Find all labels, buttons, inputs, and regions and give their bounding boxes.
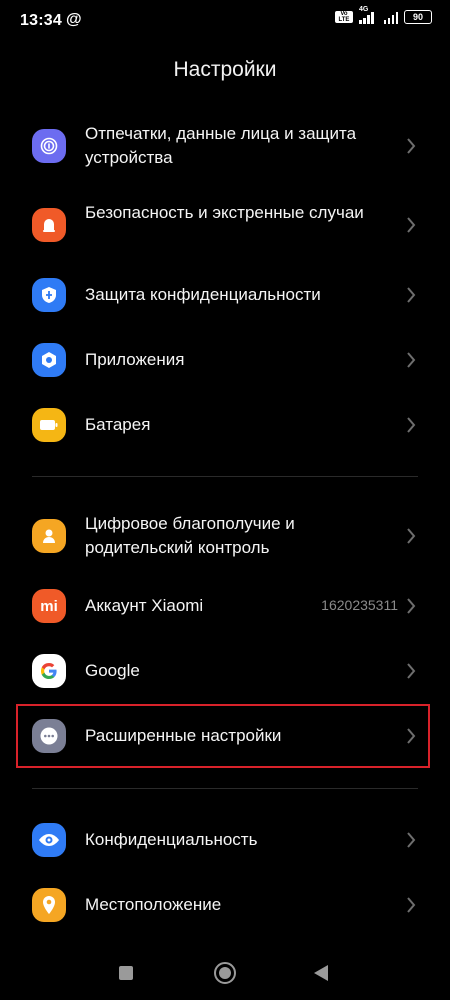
settings-item-battery[interactable]: Батарея <box>0 402 450 448</box>
battery-level: 90 <box>404 10 432 24</box>
network-type: 4G <box>359 6 369 13</box>
chevron-right-icon <box>407 832 416 848</box>
chevron-right-icon <box>407 417 416 433</box>
settings-item-digital-wellbeing[interactable]: Цифровое благополучие и родительский кон… <box>0 506 450 566</box>
status-time: 13:34 <box>20 12 62 29</box>
settings-item-label: Батарея <box>85 415 151 434</box>
chevron-right-icon <box>407 528 416 544</box>
chevron-right-icon <box>407 287 416 303</box>
settings-item-label: Местоположение <box>85 895 222 914</box>
settings-item-location[interactable]: Местоположение <box>0 882 450 928</box>
apps-icon <box>32 343 66 377</box>
volte-icon: Vo LTE <box>335 11 353 23</box>
status-bar: 13:34 @ Vo LTE 4G 90 <box>0 0 450 40</box>
section-divider <box>32 476 418 477</box>
chevron-right-icon <box>407 663 416 679</box>
settings-item-label: Отпечатки, данные лица и защита устройст… <box>85 124 357 167</box>
settings-item-xiaomi-account[interactable]: mi Аккаунт Xiaomi 1620235311 <box>0 583 450 629</box>
signal-icon <box>383 10 398 24</box>
fingerprint-icon <box>32 129 66 163</box>
eye-icon <box>32 823 66 857</box>
location-icon <box>32 888 66 922</box>
chevron-right-icon <box>407 897 416 913</box>
google-icon <box>32 654 66 688</box>
highlight-box <box>16 704 430 768</box>
xiaomi-logo: mi <box>40 597 58 615</box>
settings-item-label: Безопасность и экстренные случаи <box>85 203 364 222</box>
chevron-right-icon <box>407 217 416 233</box>
settings-item-label: Приложения <box>85 350 185 369</box>
page-title: Настройки <box>173 58 277 81</box>
settings-item-privacy[interactable]: Конфиденциальность <box>0 817 450 863</box>
home-button[interactable] <box>214 962 236 984</box>
settings-item-label: Конфиденциальность <box>85 830 258 849</box>
emergency-icon <box>32 208 66 242</box>
status-at-icon: @ <box>66 11 82 28</box>
chevron-right-icon <box>407 138 416 154</box>
settings-item-label: Цифровое благополучие и родительский кон… <box>85 514 295 557</box>
settings-item-privacy-protection[interactable]: Защита конфиденциальности <box>0 272 450 318</box>
settings-item-google[interactable]: Google <box>0 648 450 694</box>
settings-item-label: Google <box>85 661 140 680</box>
xiaomi-icon: mi <box>32 589 66 623</box>
privacy-protection-icon <box>32 278 66 312</box>
section-divider <box>32 788 418 789</box>
recent-apps-button[interactable] <box>119 966 133 980</box>
settings-item-fingerprint[interactable]: Отпечатки, данные лица и защита устройст… <box>0 116 450 176</box>
signal-icon-4g: 4G <box>359 6 374 24</box>
navigation-bar <box>0 950 450 1000</box>
settings-item-security[interactable]: Безопасность и экстренные случаи <box>0 195 450 255</box>
wellbeing-icon <box>32 519 66 553</box>
account-id: 1620235311 <box>321 597 398 613</box>
chevron-right-icon <box>407 598 416 614</box>
chevron-right-icon <box>407 352 416 368</box>
status-indicators: Vo LTE 4G 90 <box>335 6 432 24</box>
settings-item-apps[interactable]: Приложения <box>0 337 450 383</box>
settings-item-label: Защита конфиденциальности <box>85 285 321 304</box>
back-button[interactable] <box>313 964 329 982</box>
battery-icon <box>32 408 66 442</box>
